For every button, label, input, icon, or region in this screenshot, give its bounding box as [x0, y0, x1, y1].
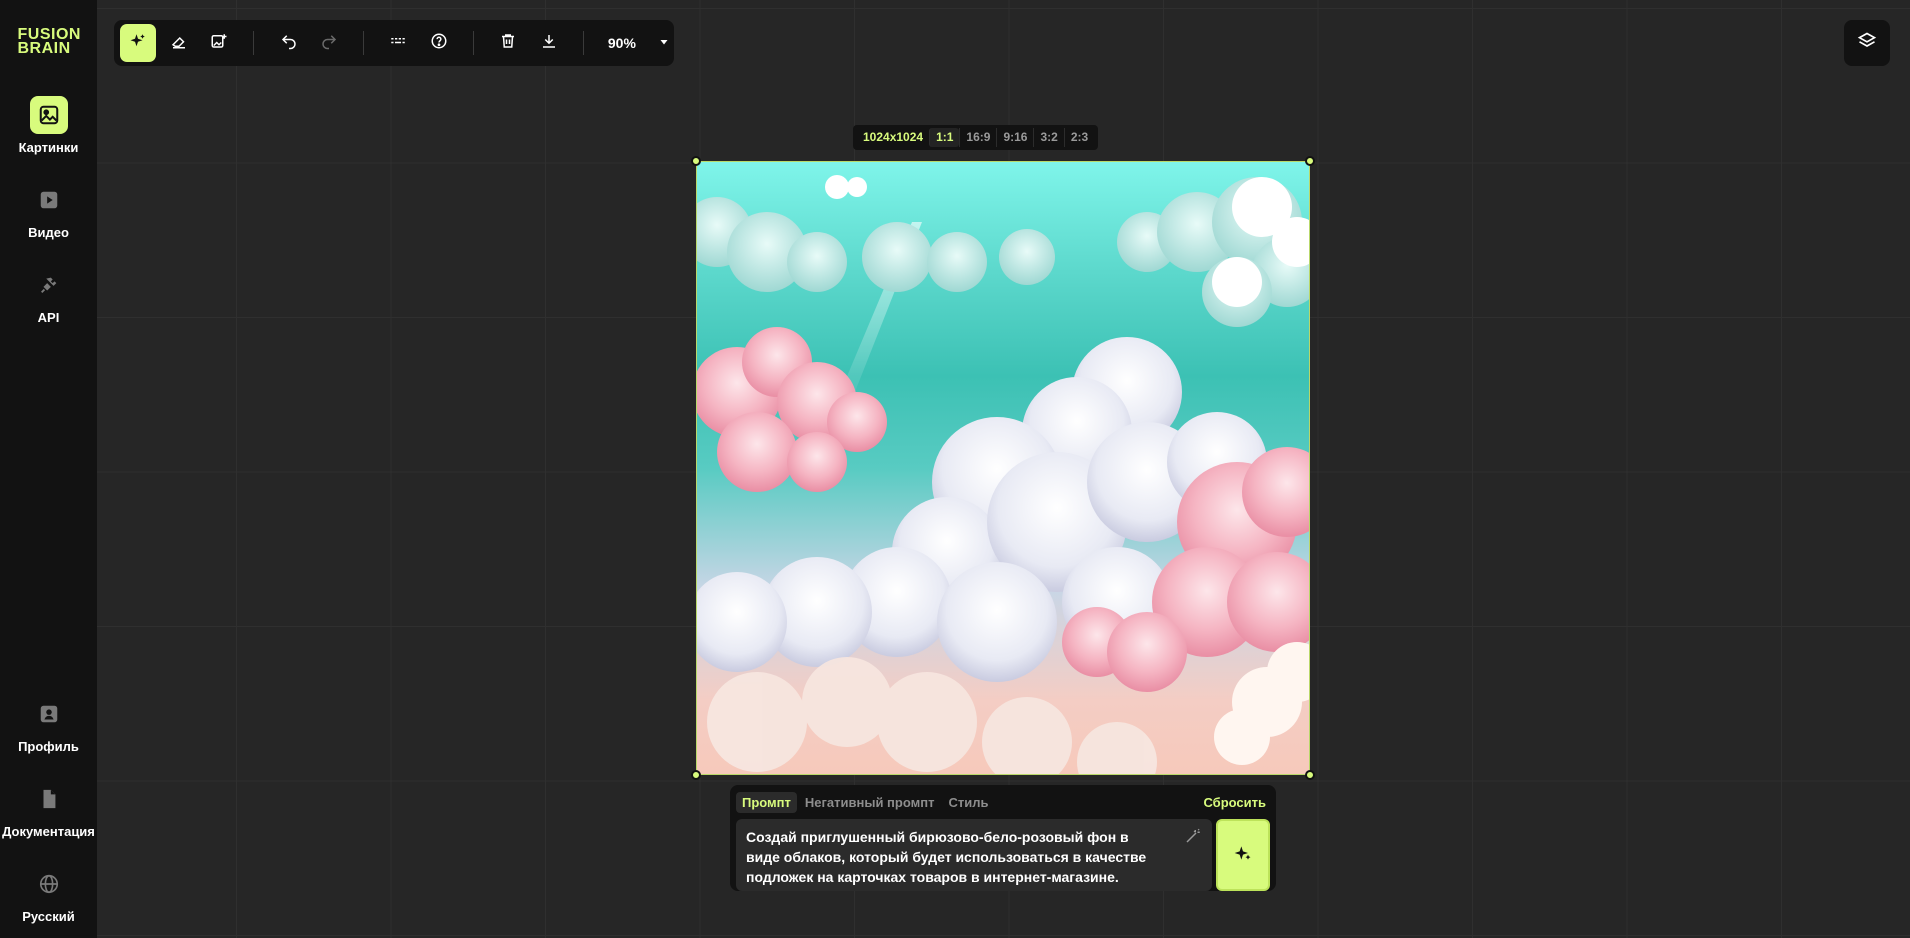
magic-wand-icon[interactable] — [1184, 827, 1202, 850]
resize-handle-top-left[interactable] — [691, 156, 701, 166]
eraser-tool-button[interactable] — [160, 24, 196, 62]
play-icon — [30, 181, 68, 219]
sidebar: FUSION BRAIN Картинки Видео API Профиль … — [0, 0, 97, 938]
sidebar-item-images[interactable]: Картинки — [0, 96, 97, 155]
sidebar-item-language[interactable]: Русский — [0, 865, 97, 924]
sidebar-item-label: Видео — [28, 225, 69, 240]
profile-icon — [30, 695, 68, 733]
prompt-panel: Промпт Негативный промпт Стиль Сбросить … — [730, 785, 1276, 891]
undo-button[interactable] — [270, 24, 306, 62]
sidebar-item-label: API — [37, 310, 60, 325]
reset-button[interactable]: Сбросить — [1203, 795, 1270, 810]
tab-style[interactable]: Стиль — [942, 792, 994, 813]
prompt-input-text: Создай приглушенный бирюзово-бело-розовы… — [746, 829, 1147, 885]
plug-icon — [30, 266, 68, 304]
image-edit-tool-button[interactable] — [201, 24, 237, 62]
layers-icon — [1857, 31, 1877, 56]
zoom-value: 90% — [607, 35, 636, 51]
image-icon — [29, 96, 68, 134]
sidebar-item-api[interactable]: API — [0, 266, 97, 325]
generate-icon — [129, 32, 147, 55]
chevron-down-icon — [658, 35, 670, 51]
delete-button[interactable] — [490, 24, 526, 62]
resolution-label: 1024x1024 — [863, 130, 924, 144]
sidebar-item-label: Профиль — [18, 739, 79, 754]
resize-handle-top-right[interactable] — [1305, 156, 1315, 166]
toolbar: 90% — [114, 20, 674, 66]
aspect-option-1-1[interactable]: 1:1 — [929, 128, 960, 147]
sparkle-icon — [1233, 843, 1253, 868]
globe-icon — [30, 865, 68, 903]
generate-tool-button[interactable] — [120, 24, 157, 62]
resize-handle-bottom-left[interactable] — [691, 770, 701, 780]
document-icon — [30, 780, 68, 818]
sidebar-item-label: Документация — [2, 824, 95, 839]
aspect-ratio-bar: 1024x1024 1:1 16:9 9:16 3:2 2:3 — [853, 125, 1099, 150]
tab-negative-prompt[interactable]: Негативный промпт — [799, 792, 941, 813]
help-icon — [430, 32, 448, 55]
toolbar-divider — [253, 31, 255, 55]
prompt-input[interactable]: Создай приглушенный бирюзово-бело-розовы… — [736, 819, 1212, 891]
download-button[interactable] — [530, 24, 566, 62]
trash-icon — [499, 32, 517, 55]
sidebar-item-profile[interactable]: Профиль — [0, 695, 97, 754]
aspect-option-9-16[interactable]: 9:16 — [996, 128, 1033, 147]
aspect-option-2-3[interactable]: 2:3 — [1063, 128, 1094, 147]
sidebar-item-label: Картинки — [18, 140, 79, 155]
sidebar-item-label: Русский — [22, 909, 75, 924]
aspect-option-16-9[interactable]: 16:9 — [959, 128, 996, 147]
help-button[interactable] — [421, 24, 457, 62]
resize-handle-bottom-right[interactable] — [1305, 770, 1315, 780]
sidebar-item-video[interactable]: Видео — [0, 181, 97, 240]
aspect-option-3-2[interactable]: 3:2 — [1033, 128, 1063, 147]
prompt-tabs: Промпт Негативный промпт Стиль Сбросить — [736, 791, 1270, 813]
cloud-sky-image — [697, 162, 1309, 774]
eraser-icon — [170, 32, 188, 55]
layers-button[interactable] — [1844, 20, 1890, 66]
download-icon — [540, 32, 558, 55]
sidebar-item-docs[interactable]: Документация — [0, 780, 97, 839]
undo-icon — [280, 32, 298, 55]
toolbar-divider — [582, 31, 584, 55]
image-edit-icon — [210, 32, 228, 55]
fusion-brain-logo[interactable]: FUSION BRAIN — [18, 27, 81, 57]
shortcuts-button[interactable] — [380, 24, 416, 62]
redo-button[interactable] — [311, 24, 347, 62]
zoom-select[interactable]: 90% — [598, 35, 670, 51]
toolbar-divider — [363, 31, 365, 55]
generated-image[interactable] — [696, 161, 1310, 775]
redo-icon — [320, 32, 338, 55]
generate-button[interactable] — [1216, 819, 1270, 891]
shortcuts-icon — [389, 32, 407, 55]
tab-prompt[interactable]: Промпт — [736, 791, 797, 813]
cloud-illustration — [697, 175, 1309, 774]
toolbar-divider — [473, 31, 475, 55]
